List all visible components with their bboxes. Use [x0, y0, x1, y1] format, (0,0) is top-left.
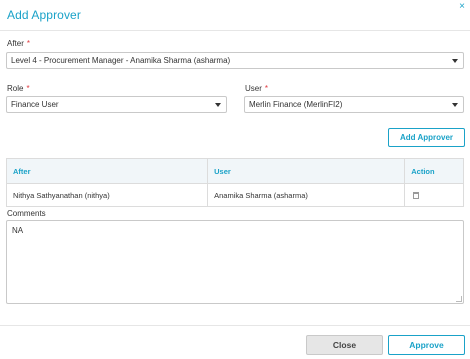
trash-icon[interactable]	[413, 191, 420, 199]
required-mark: *	[264, 84, 269, 93]
close-button[interactable]: Close	[306, 335, 383, 355]
after-select[interactable]: Level 4 - Procurement Manager - Anamika …	[6, 52, 464, 69]
table-row: Nithya Sathyanathan (nithya) Anamika Sha…	[7, 184, 463, 206]
chevron-down-icon	[215, 103, 221, 107]
comments-label: Comments	[7, 209, 46, 218]
role-label: Role *	[7, 84, 30, 93]
approvers-table: After User Action Nithya Sathyanathan (n…	[6, 158, 464, 207]
close-icon[interactable]: ×	[459, 2, 465, 12]
user-label: User *	[245, 84, 268, 93]
after-label: After *	[7, 39, 30, 48]
chevron-down-icon	[452, 59, 458, 63]
after-label-text: After	[7, 39, 24, 48]
cell-action	[405, 184, 463, 206]
column-header-user: User	[208, 159, 406, 183]
required-mark: *	[26, 39, 31, 48]
add-approver-dialog: Add Approver × After * Level 4 - Procurem…	[0, 0, 470, 359]
after-select-value: Level 4 - Procurement Manager - Anamika …	[11, 56, 231, 65]
table-header: After User Action	[7, 159, 463, 184]
role-select-value: Finance User	[11, 100, 59, 109]
add-approver-button[interactable]: Add Approver	[388, 128, 465, 147]
resize-handle[interactable]	[456, 296, 462, 302]
cell-user: Anamika Sharma (asharma)	[208, 184, 406, 206]
required-mark: *	[26, 84, 30, 93]
dialog-header: Add Approver ×	[0, 0, 470, 31]
column-header-action: Action	[411, 166, 435, 176]
cell-after: Nithya Sathyanathan (nithya)	[7, 184, 209, 206]
comments-value: NA	[12, 226, 24, 235]
user-select[interactable]: Merlin Finance (MerlinFI2)	[244, 96, 464, 113]
chevron-down-icon	[452, 103, 458, 107]
role-select[interactable]: Finance User	[6, 96, 227, 113]
column-header-after: After	[7, 159, 209, 183]
dialog-footer: Close Approve	[0, 325, 470, 359]
user-label-text: User	[245, 84, 262, 93]
approve-button[interactable]: Approve	[388, 335, 465, 355]
role-label-text: Role	[7, 84, 24, 93]
comments-textarea[interactable]: NA	[6, 220, 464, 304]
user-select-value: Merlin Finance (MerlinFI2)	[249, 100, 343, 109]
dialog-title: Add Approver	[7, 8, 81, 22]
